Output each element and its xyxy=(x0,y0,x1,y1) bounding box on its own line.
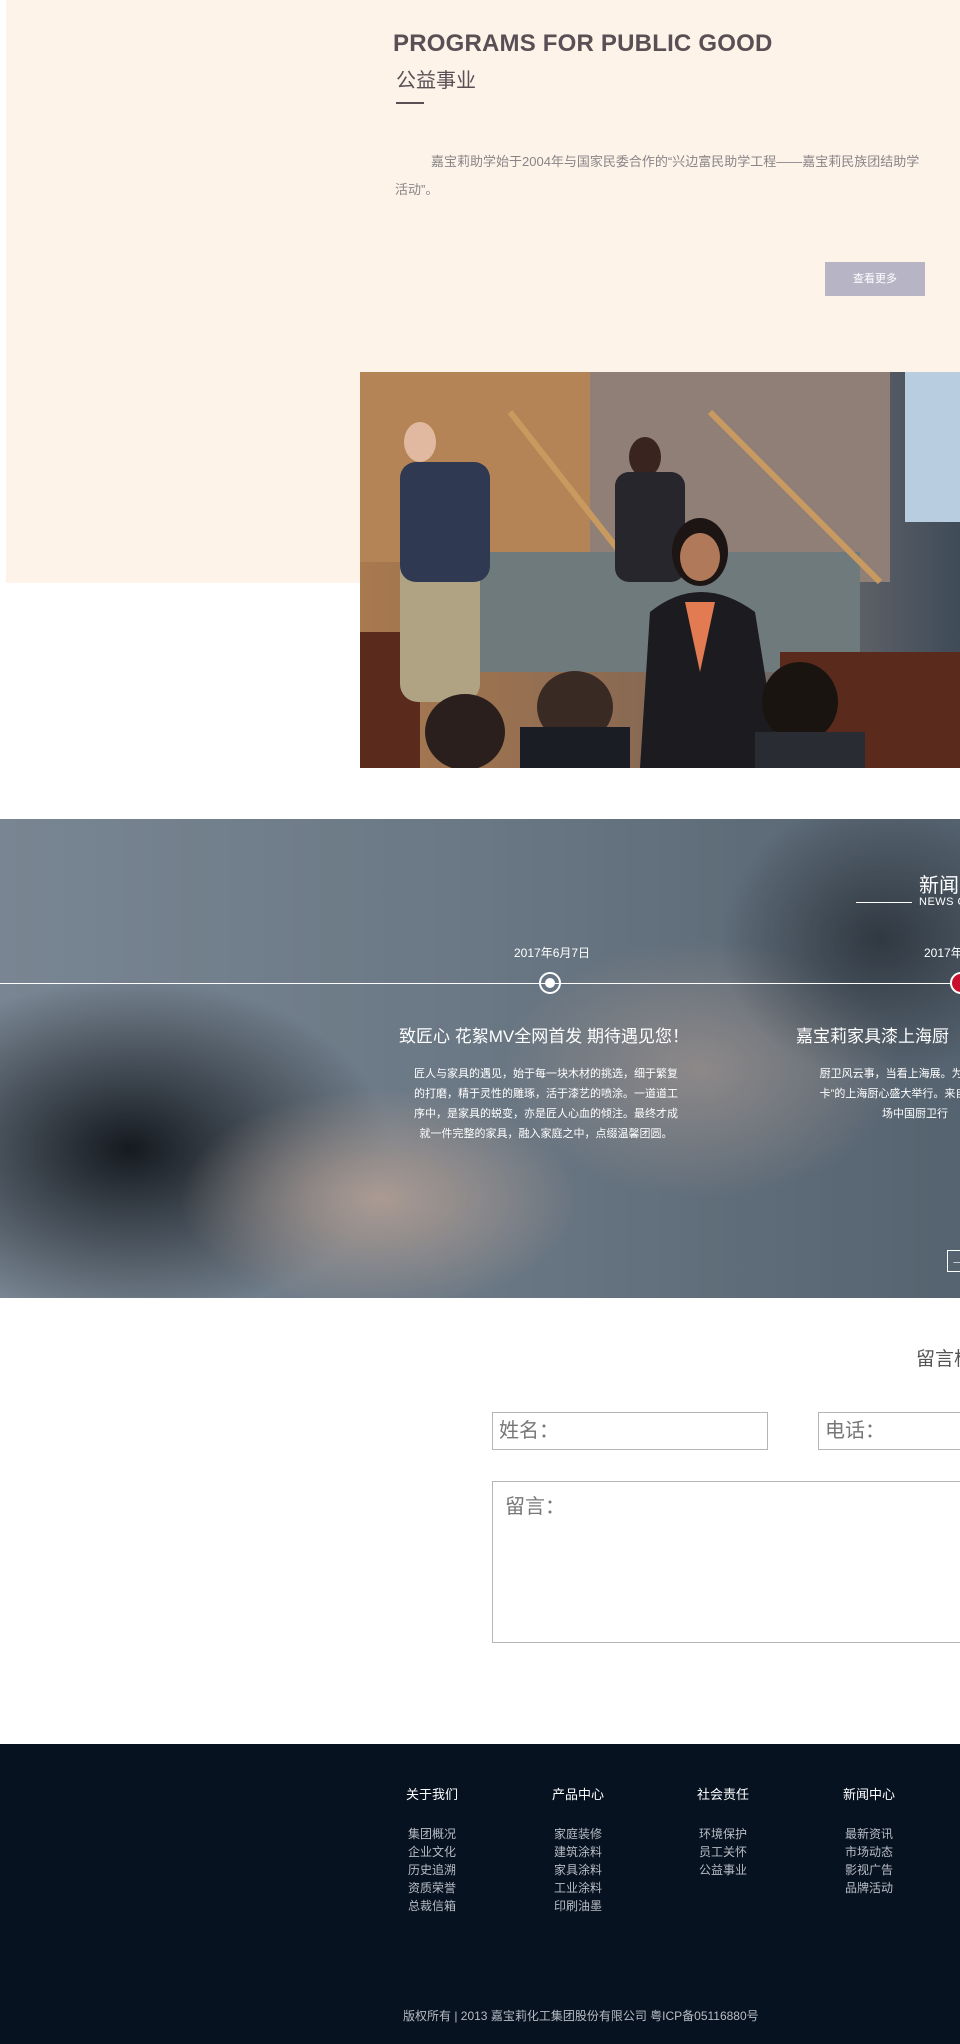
footer-column-news: 新闻中心 最新资讯 市场动态 影视广告 品牌活动 xyxy=(824,1784,914,1897)
footer-heading[interactable]: 产品中心 xyxy=(533,1784,623,1803)
news-section: 新闻 NEWS C 2017年6月7日 致匠心 花絮MV全网首发 期待遇见您！ … xyxy=(0,819,960,1298)
message-board-title: 留言板 xyxy=(916,1349,960,1370)
programs-title: PROGRAMS FOR PUBLIC GOOD xyxy=(393,30,773,57)
footer-link[interactable]: 历史追溯 xyxy=(387,1861,477,1879)
programs-subtitle: 公益事业 xyxy=(396,70,476,92)
view-more-button[interactable]: 查看更多 xyxy=(825,262,925,296)
name-input[interactable] xyxy=(492,1412,768,1450)
footer-column-responsibility: 社会责任 环境保护 员工关怀 公益事业 xyxy=(678,1784,768,1879)
footer-link[interactable]: 集团概况 xyxy=(387,1825,477,1843)
footer-link[interactable]: 环境保护 xyxy=(678,1825,768,1843)
news-headline[interactable]: 致匠心 花絮MV全网首发 期待遇见您！ xyxy=(399,1022,689,1047)
footer-link[interactable]: 影视广告 xyxy=(824,1861,914,1879)
news-title: 新闻 xyxy=(919,875,959,897)
footer-link[interactable]: 建筑涂料 xyxy=(533,1843,623,1861)
news-date: 2017年6月7日 xyxy=(514,946,591,960)
news-title-divider xyxy=(856,902,912,903)
message-textarea[interactable] xyxy=(492,1481,960,1643)
title-divider xyxy=(396,102,424,104)
footer-link[interactable]: 工业涂料 xyxy=(533,1879,623,1897)
news-summary: 厨卫风云事，当看上海展。为“厨卫奥斯卡”的上海厨心盛大举行。来自海内外这场中国厨… xyxy=(819,1068,960,1120)
footer-column-products: 产品中心 家庭装修 建筑涂料 家具涂料 工业涂料 印刷油墨 xyxy=(533,1784,623,1915)
footer-link[interactable]: 企业文化 xyxy=(387,1843,477,1861)
footer-link[interactable]: 品牌活动 xyxy=(824,1879,914,1897)
copyright-text: 版权所有 | 2013 嘉宝莉化工集团股份有限公司 粤ICP备05116880号 xyxy=(403,2009,759,2023)
phone-input[interactable] xyxy=(818,1412,960,1450)
news-subtitle: NEWS C xyxy=(919,896,960,908)
programs-description: 嘉宝莉助学始于2004年与国家民委合作的“兴边富民助学工程——嘉宝莉民族团结助学… xyxy=(395,154,920,197)
footer-link[interactable]: 家具涂料 xyxy=(533,1861,623,1879)
footer-link[interactable]: 家庭装修 xyxy=(533,1825,623,1843)
footer-heading[interactable]: 新闻中心 xyxy=(824,1784,914,1803)
footer-link[interactable]: 最新资讯 xyxy=(824,1825,914,1843)
footer-link[interactable]: 资质荣誉 xyxy=(387,1879,477,1897)
footer-link[interactable]: 公益事业 xyxy=(678,1861,768,1879)
footer-link[interactable]: 总裁信箱 xyxy=(387,1897,477,1915)
footer-link[interactable]: 印刷油墨 xyxy=(533,1897,623,1915)
news-summary: 匠人与家具的遇见，始于每一块木材的挑选，细于繁复的打磨，精于灵性的雕琢，活于漆艺… xyxy=(414,1068,678,1140)
timeline-node[interactable] xyxy=(539,972,561,994)
next-arrow-button[interactable]: → xyxy=(947,1250,960,1272)
news-timeline xyxy=(0,983,960,984)
site-footer: 关于我们 集团概况 企业文化 历史追溯 资质荣誉 总裁信箱 产品中心 家庭装修 … xyxy=(0,1744,960,2044)
footer-heading[interactable]: 社会责任 xyxy=(678,1784,768,1803)
footer-link[interactable]: 市场动态 xyxy=(824,1843,914,1861)
news-date: 2017年 xyxy=(924,946,960,960)
programs-photo xyxy=(360,372,960,768)
footer-heading[interactable]: 关于我们 xyxy=(387,1784,477,1803)
footer-link[interactable]: 员工关怀 xyxy=(678,1843,768,1861)
news-headline[interactable]: 嘉宝莉家具漆上海厨 xyxy=(796,1022,949,1047)
footer-column-about: 关于我们 集团概况 企业文化 历史追溯 资质荣誉 总裁信箱 xyxy=(387,1784,477,1915)
news-background-image xyxy=(0,819,960,1298)
